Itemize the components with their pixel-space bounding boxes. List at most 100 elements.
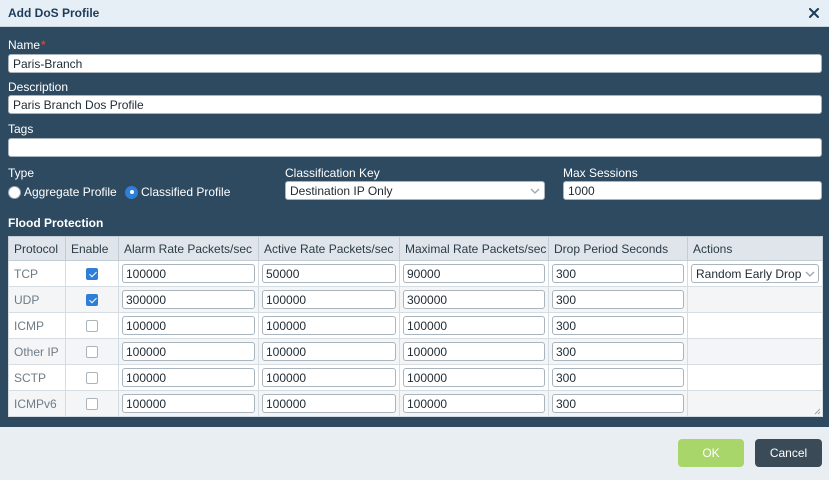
maximal-rate-cell bbox=[399, 260, 549, 287]
alarm-rate-cell bbox=[118, 286, 259, 313]
active-rate-cell bbox=[258, 390, 400, 417]
drop-period-input[interactable] bbox=[552, 316, 684, 335]
table-row: SCTP bbox=[8, 364, 823, 391]
action-select[interactable]: Random Early Drop bbox=[691, 264, 819, 283]
actions-cell bbox=[687, 286, 823, 313]
drop-period-cell bbox=[548, 312, 688, 339]
enable-cell bbox=[65, 260, 119, 287]
type-label: Type bbox=[8, 166, 35, 180]
maximal-rate-cell bbox=[399, 338, 549, 365]
actions-cell bbox=[687, 364, 823, 391]
drop-period-input[interactable] bbox=[552, 394, 684, 413]
action-value: Random Early Drop bbox=[696, 266, 802, 281]
classification-key-select[interactable]: Destination IP Only bbox=[285, 181, 545, 200]
protocol-cell: SCTP bbox=[8, 364, 66, 391]
chevron-down-icon bbox=[530, 188, 540, 194]
enable-checkbox[interactable] bbox=[86, 371, 98, 384]
alarm-rate-input[interactable] bbox=[122, 394, 255, 413]
alarm-rate-input[interactable] bbox=[122, 342, 255, 361]
active-rate-cell bbox=[258, 338, 400, 365]
enable-checkbox[interactable] bbox=[86, 293, 98, 306]
flood-protection-table: Protocol Enable Alarm Rate Packets/sec A… bbox=[8, 236, 823, 417]
enable-checkbox[interactable] bbox=[86, 345, 98, 358]
radio-aggregate[interactable] bbox=[8, 185, 21, 199]
alarm-rate-input[interactable] bbox=[122, 290, 255, 309]
maximal-rate-input[interactable] bbox=[403, 394, 545, 413]
classified-profile-label: Classified Profile bbox=[141, 185, 231, 199]
type-classified-option[interactable]: Classified Profile bbox=[125, 185, 230, 199]
type-aggregate-option[interactable]: Aggregate Profile bbox=[8, 185, 117, 199]
active-rate-cell bbox=[258, 364, 400, 391]
alarm-rate-cell bbox=[118, 260, 259, 287]
enable-checkbox[interactable] bbox=[86, 397, 98, 410]
drop-period-input[interactable] bbox=[552, 264, 684, 283]
col-drop-period: Drop Period Seconds bbox=[548, 236, 688, 261]
col-enable: Enable bbox=[65, 236, 119, 261]
classification-key-value: Destination IP Only bbox=[290, 183, 393, 198]
required-mark: * bbox=[41, 38, 46, 52]
active-rate-input[interactable] bbox=[262, 342, 396, 361]
alarm-rate-cell bbox=[118, 312, 259, 339]
classification-key-label: Classification Key bbox=[285, 166, 380, 180]
max-sessions-input[interactable] bbox=[563, 181, 822, 200]
maximal-rate-cell bbox=[399, 312, 549, 339]
dialog-footer: OK Cancel bbox=[0, 427, 829, 480]
drop-period-cell bbox=[548, 390, 688, 417]
active-rate-input[interactable] bbox=[262, 368, 396, 387]
dialog-title: Add DoS Profile bbox=[8, 6, 100, 20]
name-input[interactable] bbox=[8, 54, 822, 73]
active-rate-input[interactable] bbox=[262, 264, 396, 283]
active-rate-input[interactable] bbox=[262, 394, 396, 413]
active-rate-cell bbox=[258, 286, 400, 313]
col-protocol: Protocol bbox=[8, 236, 66, 261]
maximal-rate-input[interactable] bbox=[403, 290, 545, 309]
actions-cell bbox=[687, 312, 823, 339]
active-rate-input[interactable] bbox=[262, 290, 396, 309]
maximal-rate-cell bbox=[399, 390, 549, 417]
maximal-rate-input[interactable] bbox=[403, 368, 545, 387]
aggregate-profile-label: Aggregate Profile bbox=[24, 185, 117, 199]
drop-period-cell bbox=[548, 286, 688, 313]
maximal-rate-cell bbox=[399, 286, 549, 313]
col-maximal-rate: Maximal Rate Packets/sec bbox=[399, 236, 549, 261]
enable-checkbox[interactable] bbox=[86, 267, 98, 280]
enable-cell bbox=[65, 338, 119, 365]
cancel-button[interactable]: Cancel bbox=[755, 439, 822, 467]
table-row: Other IP bbox=[8, 338, 823, 365]
resize-grip-icon[interactable] bbox=[814, 408, 821, 415]
enable-cell bbox=[65, 390, 119, 417]
ok-button[interactable]: OK bbox=[678, 439, 744, 467]
radio-classified[interactable] bbox=[125, 185, 138, 199]
chevron-down-icon bbox=[805, 271, 815, 277]
alarm-rate-input[interactable] bbox=[122, 264, 255, 283]
maximal-rate-input[interactable] bbox=[403, 316, 545, 335]
drop-period-input[interactable] bbox=[552, 342, 684, 361]
alarm-rate-input[interactable] bbox=[122, 368, 255, 387]
active-rate-input[interactable] bbox=[262, 316, 396, 335]
col-active-rate: Active Rate Packets/sec bbox=[258, 236, 400, 261]
drop-period-input[interactable] bbox=[552, 290, 684, 309]
description-label: Description bbox=[8, 80, 69, 94]
actions-cell bbox=[687, 390, 823, 417]
enable-cell bbox=[65, 286, 119, 313]
col-alarm-rate: Alarm Rate Packets/sec bbox=[118, 236, 259, 261]
maximal-rate-input[interactable] bbox=[403, 264, 545, 283]
drop-period-input[interactable] bbox=[552, 368, 684, 387]
enable-checkbox[interactable] bbox=[86, 319, 98, 332]
close-icon[interactable] bbox=[806, 5, 822, 21]
drop-period-cell bbox=[548, 260, 688, 287]
description-input[interactable] bbox=[8, 95, 822, 114]
alarm-rate-input[interactable] bbox=[122, 316, 255, 335]
col-actions: Actions bbox=[687, 236, 823, 261]
alarm-rate-cell bbox=[118, 338, 259, 365]
alarm-rate-cell bbox=[118, 390, 259, 417]
protocol-cell: Other IP bbox=[8, 338, 66, 365]
table-row: ICMP bbox=[8, 312, 823, 339]
enable-cell bbox=[65, 364, 119, 391]
table-header-row: Protocol Enable Alarm Rate Packets/sec A… bbox=[8, 236, 823, 261]
protocol-cell: UDP bbox=[8, 286, 66, 313]
flood-protection-title: Flood Protection bbox=[8, 216, 104, 230]
active-rate-cell bbox=[258, 260, 400, 287]
tags-input[interactable] bbox=[8, 138, 822, 157]
maximal-rate-input[interactable] bbox=[403, 342, 545, 361]
